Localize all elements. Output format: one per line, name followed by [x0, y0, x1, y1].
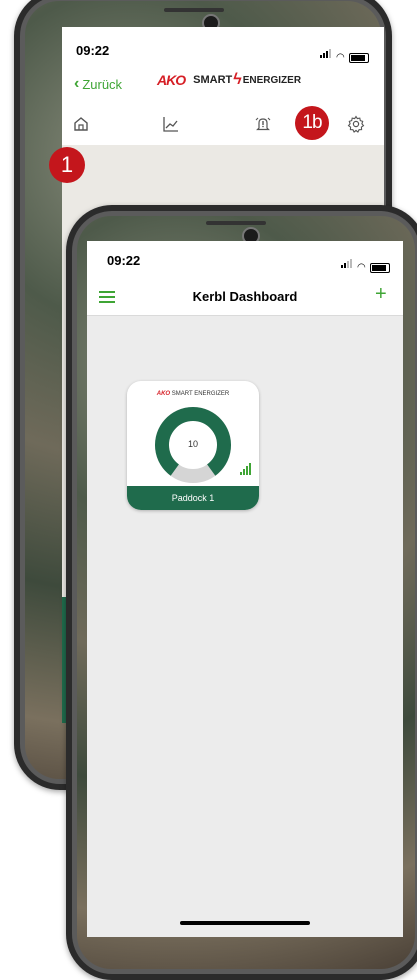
- cell-signal-icon: [320, 45, 332, 63]
- wifi-icon: ◠: [336, 52, 345, 63]
- brand-logo: AKO SMART ϟ ENERGIZER: [157, 71, 301, 89]
- back-button[interactable]: ‹ Zurück: [74, 75, 122, 93]
- gauge-value: 10: [187, 439, 198, 449]
- speaker-grille: [206, 221, 266, 225]
- page-title: Kerbl Dashboard: [192, 289, 298, 304]
- settings-gear-icon[interactable]: [347, 115, 365, 138]
- brand-smart-text: SMART: [193, 74, 233, 86]
- back-label: Zurück: [82, 76, 123, 92]
- front-screen: 09:22 ◠ Kerbl Dashboard + AKO SMART ENER…: [87, 241, 403, 937]
- back-app-header: 09:22 ◠ ‹ Zurück AKO SMART ϟ ENERGIZER: [62, 27, 384, 145]
- lightning-bolt-icon: ϟ: [233, 71, 242, 88]
- callout-badge-1: 1: [49, 147, 85, 183]
- alarm-bell-icon[interactable]: [254, 115, 272, 138]
- status-time: 09:22: [76, 43, 110, 58]
- home-indicator: [180, 921, 310, 925]
- callout-badge-1b: 1b: [295, 106, 329, 140]
- chevron-left-icon: ‹: [74, 75, 80, 92]
- device-card[interactable]: AKO SMART ENERGIZER 10 Paddock 1: [127, 381, 259, 510]
- ako-logo-text: AKO: [157, 72, 186, 88]
- status-icons: ◠: [341, 255, 390, 273]
- battery-icon: [348, 53, 369, 63]
- add-device-button[interactable]: +: [375, 283, 387, 306]
- card-logo-ako: AKO: [156, 391, 171, 397]
- status-icons: ◠: [320, 45, 369, 63]
- device-name: Paddock 1: [127, 486, 259, 510]
- dashboard-header: 09:22 ◠ Kerbl Dashboard +: [87, 241, 403, 316]
- signal-strength-icon: [240, 463, 251, 475]
- smart-energizer-wordmark: SMART ϟ ENERGIZER: [193, 71, 301, 89]
- speaker-grille: [164, 8, 224, 12]
- cell-signal-icon: [341, 255, 353, 273]
- front-phone-frame: 09:22 ◠ Kerbl Dashboard + AKO SMART ENER…: [66, 205, 417, 980]
- card-logo-text: SMART ENERGIZER: [171, 391, 230, 397]
- brand-energizer-text: ENERGIZER: [242, 74, 302, 86]
- battery-icon: [369, 263, 390, 273]
- chart-icon[interactable]: [162, 115, 180, 138]
- home-icon[interactable]: [72, 115, 90, 138]
- device-card-logo: AKO SMART ENERGIZER: [127, 391, 259, 397]
- status-time: 09:22: [107, 253, 141, 268]
- wifi-icon: ◠: [357, 262, 366, 273]
